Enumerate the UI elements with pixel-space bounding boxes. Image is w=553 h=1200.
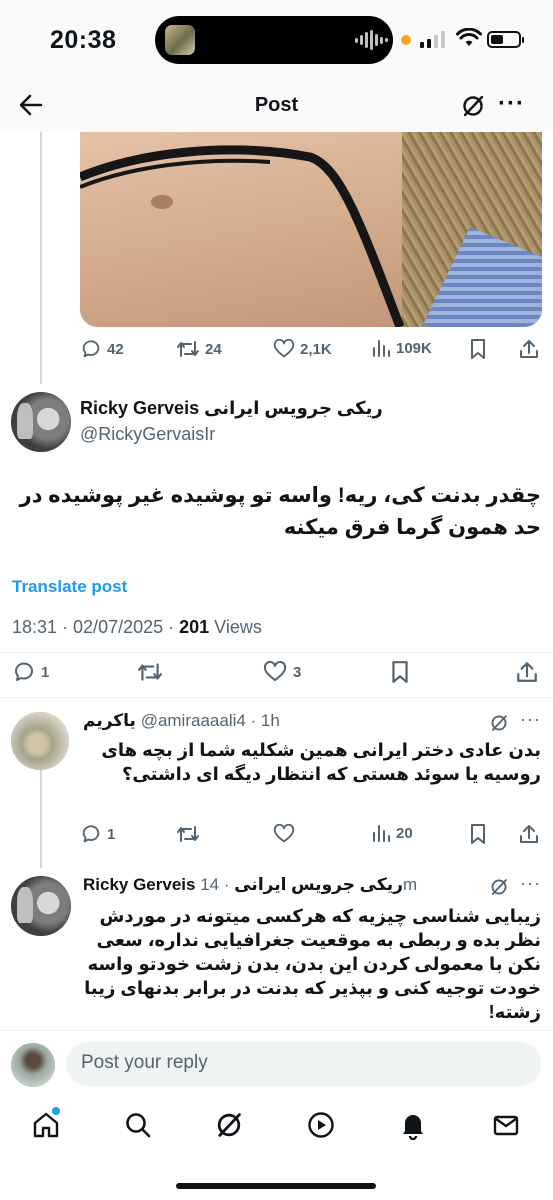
home-notification-dot — [52, 1107, 60, 1115]
repost-count: 24 — [205, 340, 222, 358]
like-button[interactable] — [273, 823, 295, 845]
status-bar: 20:38 — [0, 0, 553, 80]
top-navigation-bar: Post ··· — [0, 80, 553, 132]
post-text: چقدر بدنت کی، ریه! واسه تو پوشیده غیر پو… — [19, 484, 541, 539]
reply-button[interactable]: 1 — [80, 823, 115, 845]
audio-waveform-icon — [355, 30, 388, 50]
post-views-count: 201 — [179, 617, 210, 637]
repost-button[interactable] — [176, 823, 200, 845]
views-icon — [373, 825, 390, 842]
reply-count: 1 — [41, 663, 50, 681]
divider — [0, 652, 553, 653]
reply-text: بدن عادی دختر ایرانی همین شکلیه شما از ب… — [101, 740, 541, 784]
reply-icon — [82, 825, 100, 843]
views-icon — [373, 340, 390, 357]
repost-icon — [177, 341, 199, 357]
reply-author-name[interactable]: یاکریم — [83, 711, 136, 730]
repost-button[interactable] — [137, 660, 168, 684]
heart-icon — [263, 660, 287, 681]
views-count: 109K — [396, 339, 432, 357]
bookmark-icon — [471, 824, 485, 844]
author-handle[interactable]: @RickyGervaisIr — [80, 424, 215, 445]
post-media-image[interactable] — [80, 132, 542, 327]
wifi-icon — [456, 28, 482, 46]
reply-count: 42 — [107, 340, 124, 358]
views-button[interactable]: 20 — [371, 823, 413, 843]
video-icon[interactable] — [306, 1110, 336, 1140]
dynamic-island[interactable] — [155, 16, 393, 64]
share-icon — [520, 340, 538, 358]
reply-icon — [14, 662, 33, 681]
views-count: 20 — [396, 824, 413, 842]
reply-icon — [82, 340, 100, 358]
bookmark-button[interactable] — [468, 338, 488, 360]
share-button[interactable] — [518, 823, 540, 845]
share-icon — [517, 662, 537, 682]
reply-author-avatar[interactable] — [11, 876, 71, 936]
post-views-label: Views — [209, 617, 262, 637]
parent-post-actions: 42 24 2,1K 109K — [0, 338, 553, 360]
post-timestamp: 18:31 · 02/07/2025 · — [12, 617, 180, 637]
status-time: 20:38 — [50, 26, 117, 54]
author-avatar[interactable] — [11, 392, 71, 452]
reply-header: Ricky Gerveis ریکی جرویس ایرانی · 14m — [83, 875, 417, 895]
like-button[interactable]: 3 — [262, 660, 301, 684]
reply-count: 1 — [107, 825, 116, 843]
reply-author-avatar[interactable] — [11, 712, 69, 770]
views-button[interactable]: 109K — [371, 338, 432, 358]
grok-icon[interactable] — [214, 1110, 244, 1140]
reply-composer-bar: Post your reply — [0, 1030, 553, 1098]
bookmark-button[interactable] — [468, 823, 488, 845]
battery-icon — [487, 31, 524, 48]
translate-post-link[interactable]: Translate post — [12, 577, 127, 597]
divider — [0, 697, 553, 698]
author-display-name[interactable]: Ricky Gerveis ریکی جرویس ایرانی — [80, 398, 383, 419]
more-icon[interactable]: ··· — [498, 92, 525, 116]
reply-actions: 1 20 — [0, 823, 553, 845]
more-icon[interactable]: ··· — [520, 873, 541, 894]
grok-icon[interactable] — [489, 713, 509, 733]
reply-author-name[interactable]: Ricky Gerveis ریکی جرویس ایرانی — [83, 875, 403, 894]
grok-icon[interactable] — [460, 93, 486, 119]
thread-line — [40, 768, 42, 868]
notifications-icon[interactable] — [398, 1110, 428, 1140]
reply-button[interactable]: 1 — [12, 660, 49, 684]
reply-text: زیبایی شناسی چیزیه که هرکسی میتونه در مو… — [84, 906, 541, 1022]
reply-author-handle[interactable]: @amiraaaali4 · 1h — [141, 711, 280, 730]
more-icon[interactable]: ··· — [520, 709, 541, 730]
heart-icon — [273, 338, 295, 358]
bookmark-icon — [392, 661, 408, 683]
share-icon — [520, 825, 538, 843]
reply-header: یاکریم @amiraaaali4 · 1h — [83, 711, 280, 731]
mic-indicator-icon — [401, 35, 411, 45]
share-button[interactable] — [518, 338, 540, 360]
current-user-avatar[interactable] — [11, 1043, 55, 1087]
like-count: 3 — [293, 663, 302, 681]
repost-button[interactable]: 24 — [176, 338, 222, 360]
heart-icon — [273, 823, 295, 843]
bookmark-icon — [471, 339, 485, 359]
like-button[interactable]: 2,1K — [273, 338, 332, 360]
music-thumbnail-icon — [165, 25, 195, 55]
main-post-actions: 1 3 — [0, 660, 553, 684]
repost-icon — [138, 663, 162, 681]
messages-icon[interactable] — [491, 1110, 521, 1140]
reply-input[interactable]: Post your reply — [66, 1042, 541, 1086]
repost-icon — [177, 826, 199, 842]
home-indicator[interactable] — [176, 1183, 376, 1189]
cellular-signal-icon — [420, 30, 445, 48]
share-button[interactable] — [515, 660, 539, 684]
post-metadata: 18:31 · 02/07/2025 · 201 Views — [12, 617, 262, 638]
search-icon[interactable] — [123, 1110, 153, 1140]
bookmark-button[interactable] — [389, 660, 411, 684]
like-count: 2,1K — [300, 340, 332, 358]
reply-button[interactable]: 42 — [80, 338, 124, 360]
grok-icon[interactable] — [489, 877, 509, 897]
